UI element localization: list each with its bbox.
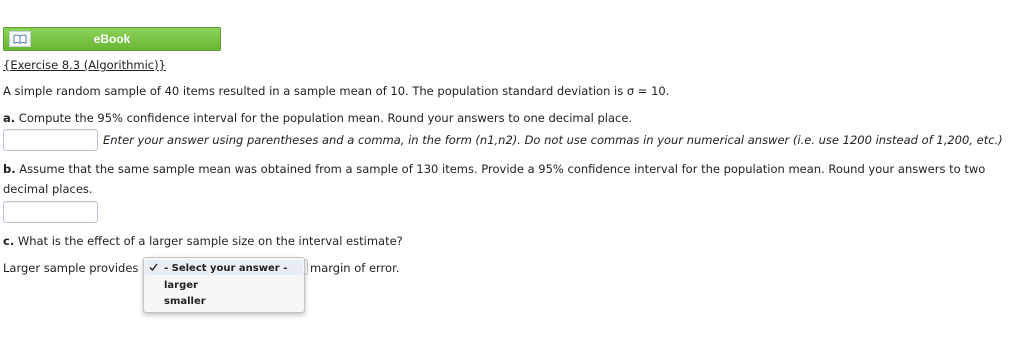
part-a-answer-input[interactable] [3, 129, 98, 151]
part-c-question-text: What is the effect of a larger sample si… [17, 234, 403, 248]
answer-dropdown-menu[interactable]: - Select your answer - larger smaller [143, 257, 305, 313]
exercise-title-link[interactable]: {Exercise 8.3 (Algorithmic)} [3, 58, 166, 72]
part-c-suffix: margin of error. [310, 261, 400, 275]
part-b-question-line2: decimal places. [3, 182, 93, 196]
part-b-letter: b. [3, 162, 16, 176]
part-c-question: c. What is the effect of a larger sample… [3, 234, 403, 248]
part-a-hint: Enter your answer using parentheses and … [103, 133, 1003, 147]
part-a-question: a. Compute the 95% confidence interval f… [3, 111, 632, 125]
part-b-answer-input[interactable] [3, 201, 98, 223]
dropdown-option-select[interactable]: - Select your answer - [164, 263, 287, 274]
checkmark-icon [149, 263, 158, 274]
ebook-button[interactable]: eBook [3, 27, 221, 51]
dropdown-option-smaller[interactable]: smaller [164, 296, 206, 307]
dropdown-option-larger[interactable]: larger [164, 280, 198, 291]
part-c-prefix: Larger sample provides [3, 261, 139, 275]
part-a-question-text: Compute the 95% confidence interval for … [18, 111, 633, 125]
part-a-letter: a. [3, 111, 16, 125]
part-c-letter: c. [3, 234, 15, 248]
part-b-question: b. Assume that the same sample mean was … [3, 162, 985, 176]
intro-text: A simple random sample of 40 items resul… [3, 84, 670, 98]
part-b-question-text: Assume that the same sample mean was obt… [19, 162, 986, 176]
ebook-label: eBook [93, 32, 131, 46]
